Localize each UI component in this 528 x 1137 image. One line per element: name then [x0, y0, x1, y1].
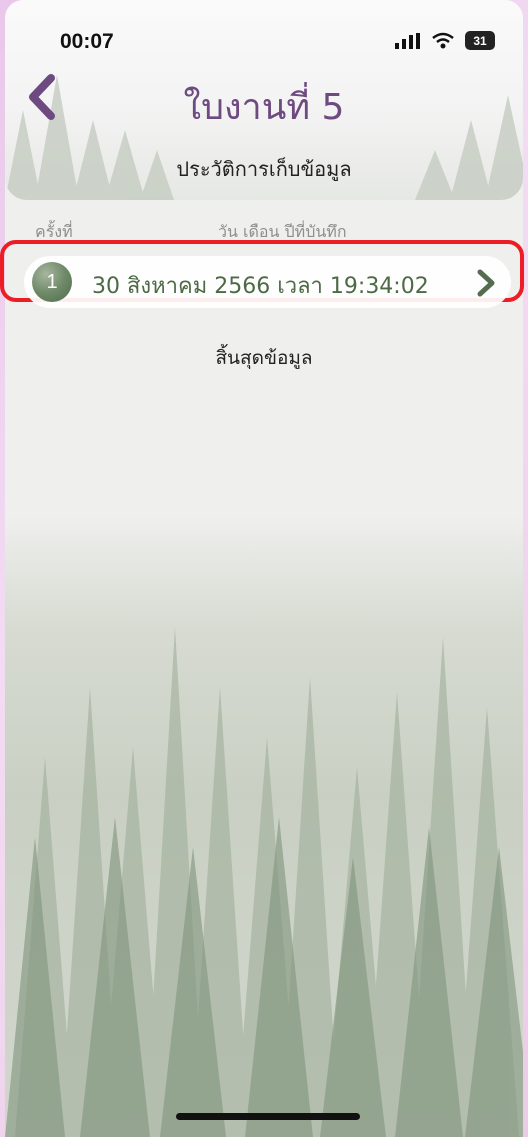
battery-icon: 31 — [465, 31, 495, 50]
highlight-box: 1 30 สิงหาคม 2566 เวลา 19:34:02 — [0, 240, 524, 308]
status-bar: 00:07 31 — [5, 0, 523, 90]
page-subtitle: ประวัติการเก็บข้อมูล — [176, 157, 352, 181]
row-datetime: 30 สิงหาคม 2566 เวลา 19:34:02 — [92, 274, 429, 299]
chevron-right-icon — [477, 269, 495, 297]
page-title: ใบงานที่ 5 — [183, 87, 345, 128]
status-icons: 31 — [395, 31, 495, 50]
forest-trees-illustration — [5, 627, 523, 1137]
forest-background — [5, 517, 523, 1137]
history-row[interactable]: 1 30 สิงหาคม 2566 เวลา 19:34:02 — [24, 256, 511, 308]
end-of-data-label: สิ้นสุดข้อมูล — [215, 347, 313, 369]
row-index-badge: 1 — [32, 262, 72, 302]
status-time: 00:07 — [60, 30, 114, 53]
home-indicator — [176, 1113, 360, 1120]
signal-icon — [395, 32, 420, 49]
wifi-icon — [432, 32, 454, 48]
app-screen: 00:07 31 ใบงานที่ 5 ประวัติการเก็บข้อมูล… — [5, 0, 523, 1137]
